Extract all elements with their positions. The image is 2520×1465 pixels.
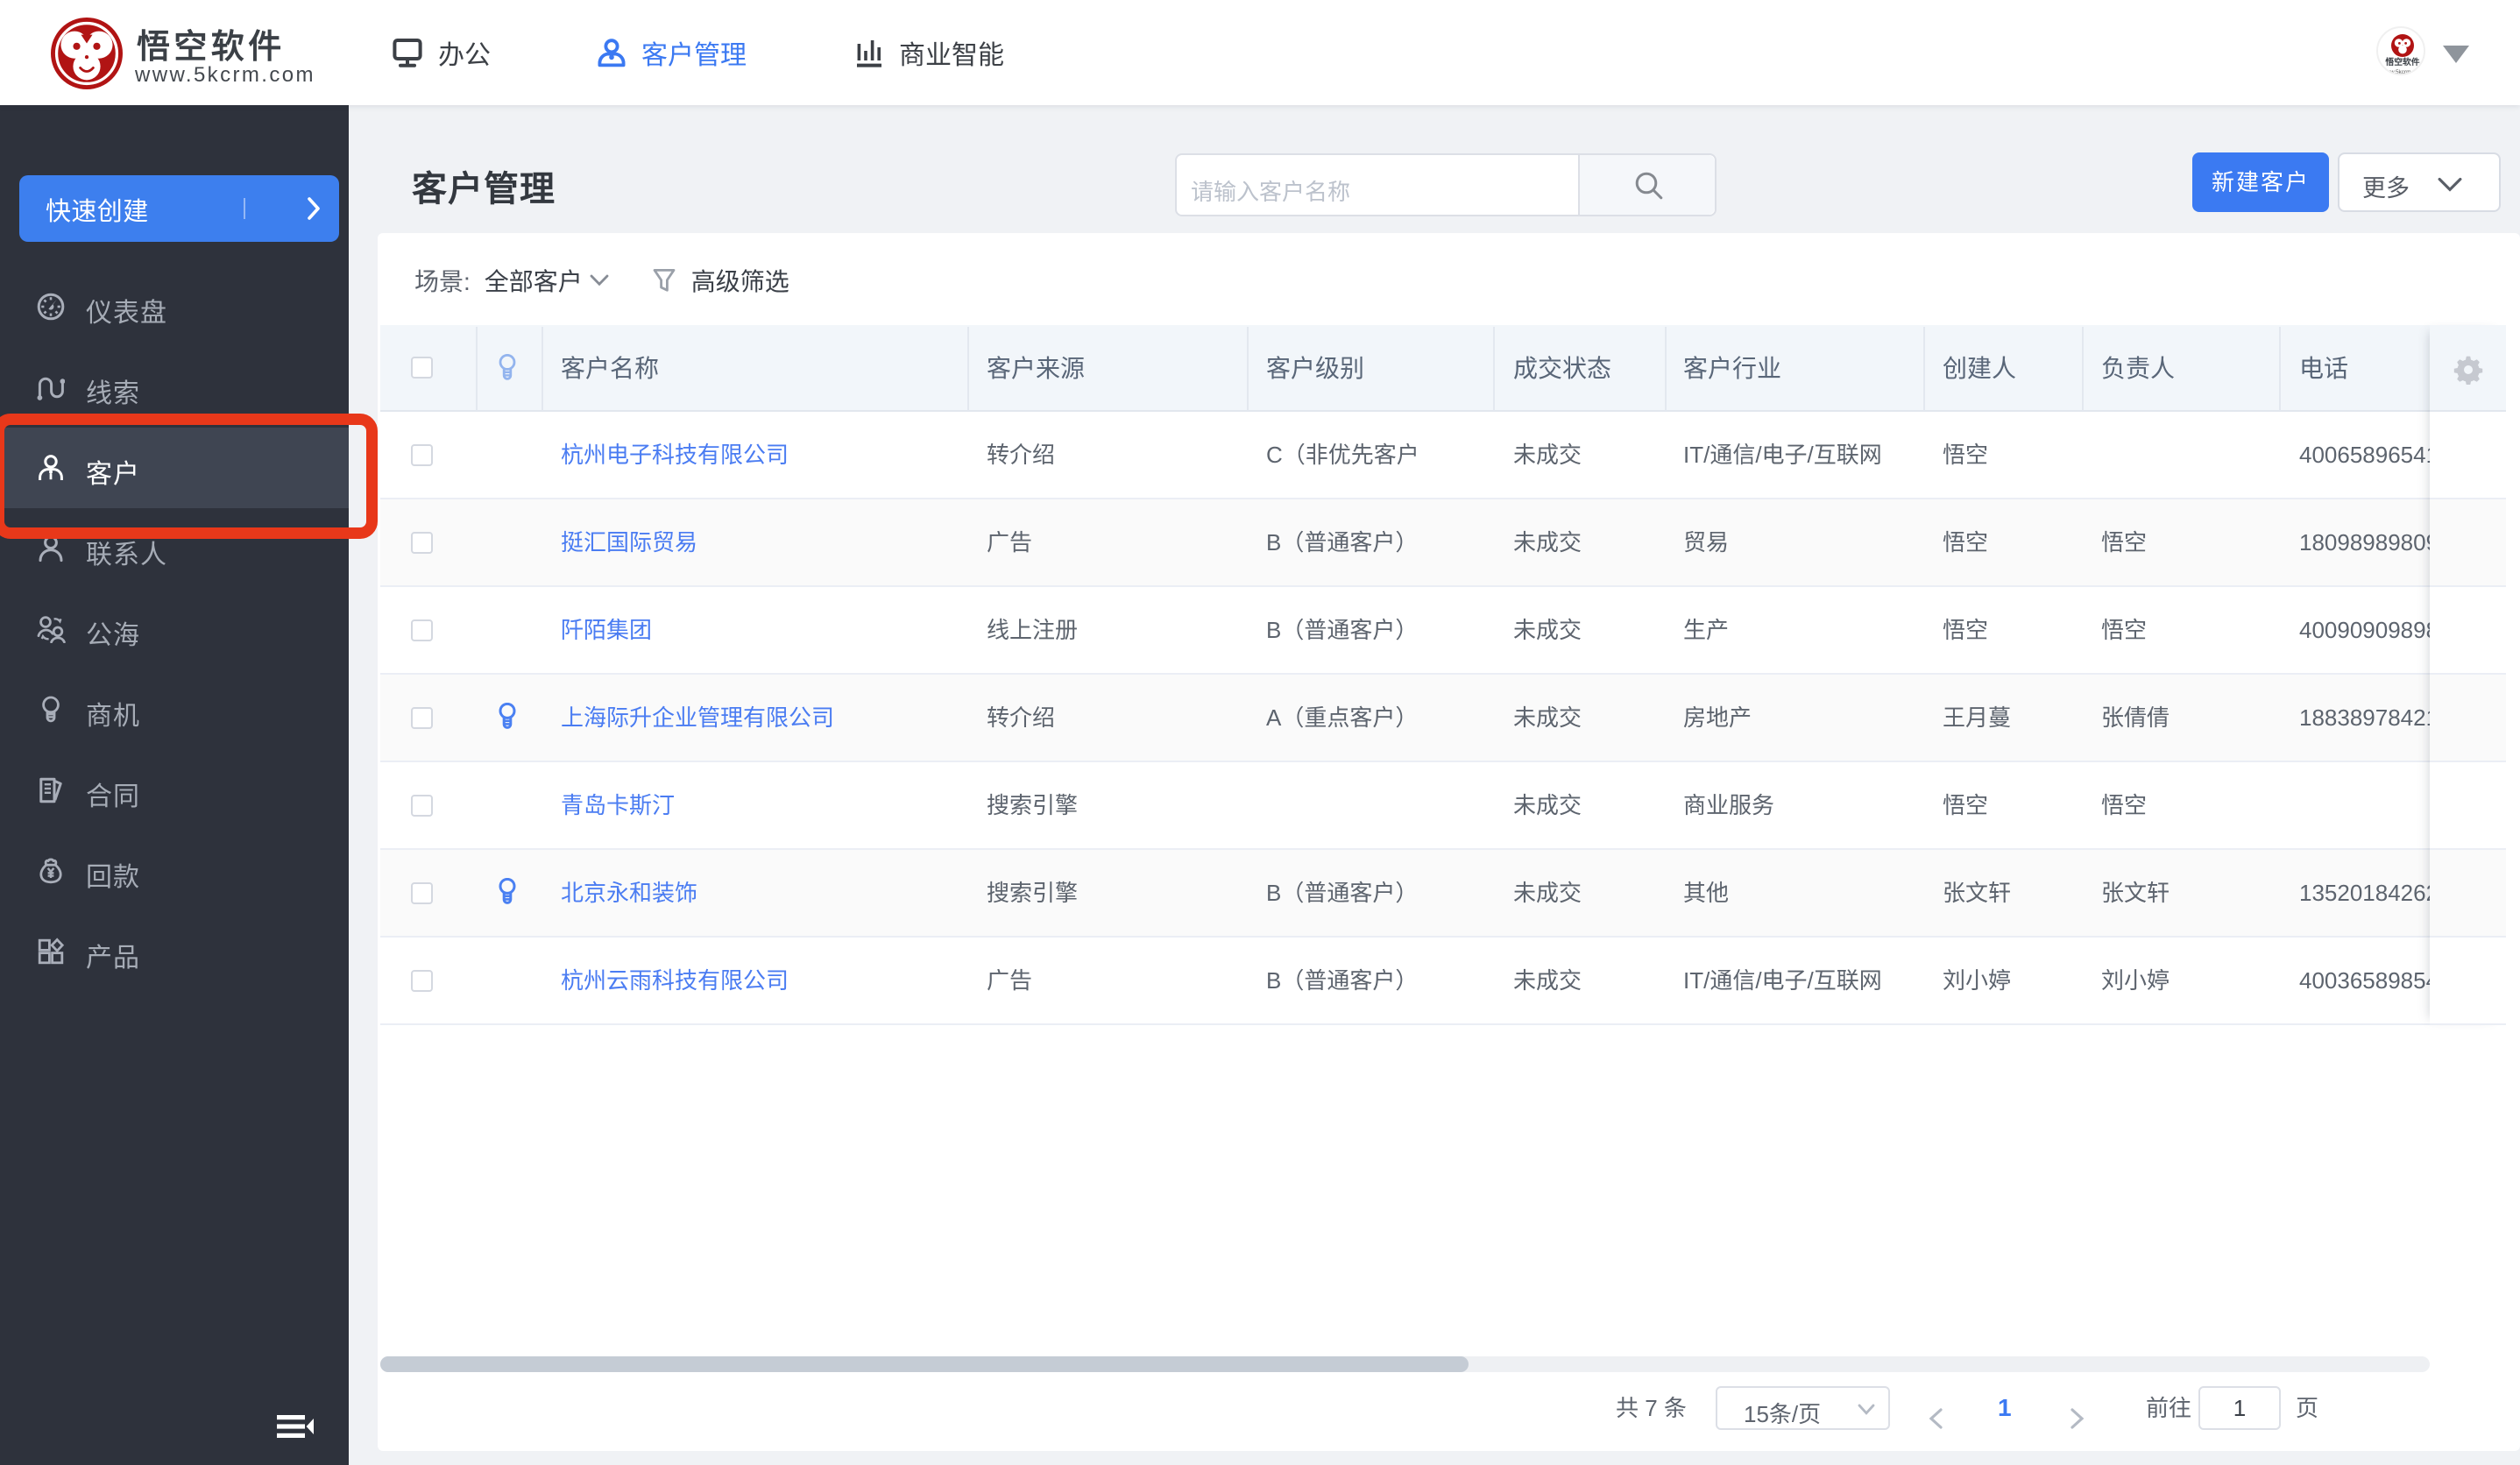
svg-text:www.5kcrm.com: www.5kcrm.com xyxy=(2382,69,2424,75)
svg-text:悟空软件: 悟空软件 xyxy=(2384,56,2419,67)
